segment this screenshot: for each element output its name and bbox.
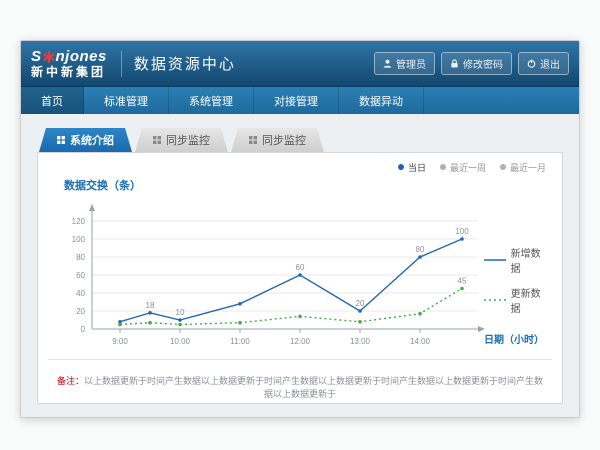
svg-text:60: 60 bbox=[296, 263, 305, 272]
svg-text:10:00: 10:00 bbox=[170, 337, 191, 346]
svg-text:13:00: 13:00 bbox=[350, 337, 371, 346]
nav-item-system-mgmt[interactable]: 系统管理 bbox=[169, 87, 254, 114]
y-axis-title: 数据交换（条） bbox=[64, 177, 552, 193]
app-window: S njones 新中新集团 数据资源中心 管理员 bbox=[20, 40, 580, 418]
footnote-text: 以上数据更新于时间产生数据以上数据更新于时间产生数据以上数据更新于时间产生数据以… bbox=[84, 376, 543, 399]
svg-text:10: 10 bbox=[176, 308, 185, 317]
legend-line-swatch-icon bbox=[484, 296, 506, 304]
admin-button-label: 管理员 bbox=[396, 56, 426, 71]
filter-last-month[interactable]: 最近一月 bbox=[500, 161, 546, 174]
filter-last-week[interactable]: 最近一周 bbox=[440, 161, 486, 174]
app-header: S njones 新中新集团 数据资源中心 管理员 bbox=[21, 41, 579, 87]
nav-item-data-change[interactable]: 数据异动 bbox=[339, 87, 424, 114]
series-legend-item[interactable]: 新增数据 bbox=[484, 245, 550, 275]
footnote-prefix: 备注： bbox=[57, 376, 84, 386]
x-axis-title: 日期（小时） bbox=[484, 331, 544, 346]
legend-line-swatch-icon bbox=[484, 256, 506, 264]
brand-name-cn: 新中新集团 bbox=[31, 65, 107, 79]
svg-text:9:00: 9:00 bbox=[112, 337, 128, 346]
tab-label: 同步监控 bbox=[166, 132, 210, 148]
tab-sync-monitor-1[interactable]: 同步监控 bbox=[135, 128, 228, 152]
svg-text:80: 80 bbox=[416, 245, 425, 254]
brand-logo: S njones 新中新集团 bbox=[31, 49, 107, 79]
legend-dot-icon bbox=[398, 164, 404, 170]
series-legend-item[interactable]: 更新数据 bbox=[484, 285, 550, 315]
lock-icon bbox=[450, 59, 459, 68]
grid-icon bbox=[153, 136, 161, 144]
brand-en-suffix: njones bbox=[56, 49, 107, 65]
svg-text:18: 18 bbox=[146, 301, 155, 310]
synjones-star-icon bbox=[43, 51, 55, 63]
brand-en-prefix: S bbox=[31, 49, 42, 65]
nav-item-standard-mgmt[interactable]: 标准管理 bbox=[84, 87, 169, 114]
admin-button[interactable]: 管理员 bbox=[374, 52, 435, 75]
svg-text:120: 120 bbox=[72, 217, 86, 226]
grid-icon bbox=[57, 136, 65, 144]
legend-dot-icon bbox=[500, 164, 506, 170]
svg-text:100: 100 bbox=[455, 227, 469, 236]
filter-today[interactable]: 当日 bbox=[398, 161, 426, 174]
page-title: 数据资源中心 bbox=[134, 53, 236, 74]
change-password-button-label: 修改密码 bbox=[463, 56, 503, 71]
chart-side-column: 新增数据更新数据 日期（小时） bbox=[484, 193, 550, 355]
change-password-button[interactable]: 修改密码 bbox=[441, 52, 512, 75]
svg-text:14:00: 14:00 bbox=[410, 337, 431, 346]
brand-name-en: S njones bbox=[31, 49, 107, 65]
chart-filter-legend: 当日 最近一周 最近一月 bbox=[48, 159, 552, 175]
tab-bar: 系统介绍 同步监控 同步监控 bbox=[37, 128, 563, 152]
legend-dot-icon bbox=[440, 164, 446, 170]
tab-system-intro[interactable]: 系统介绍 bbox=[39, 128, 132, 152]
svg-text:12:00: 12:00 bbox=[290, 337, 311, 346]
nav-item-interface-mgmt[interactable]: 对接管理 bbox=[254, 87, 339, 114]
svg-text:100: 100 bbox=[72, 235, 86, 244]
power-icon bbox=[527, 59, 536, 68]
filter-label: 当日 bbox=[408, 161, 426, 174]
filter-label: 最近一周 bbox=[450, 161, 486, 174]
nav-item-home[interactable]: 首页 bbox=[21, 87, 84, 114]
logout-button-label: 退出 bbox=[540, 56, 560, 71]
svg-text:11:00: 11:00 bbox=[230, 337, 250, 346]
tab-label: 系统介绍 bbox=[70, 132, 114, 148]
user-icon bbox=[383, 59, 392, 68]
line-chart: 0 20 40 60 80 100 120 9:00 10:00 11:00 12:00 13:00 1… bbox=[48, 193, 488, 355]
svg-text:40: 40 bbox=[76, 289, 85, 298]
tab-sync-monitor-2[interactable]: 同步监控 bbox=[231, 128, 324, 152]
svg-text:20: 20 bbox=[76, 307, 85, 316]
svg-text:60: 60 bbox=[76, 271, 85, 280]
chart-panel: 当日 最近一周 最近一月 数据交换（条） 0 20 40 60 80 100 120 9:00… bbox=[37, 152, 563, 404]
tab-label: 同步监控 bbox=[262, 132, 306, 148]
chart-area: 0 20 40 60 80 100 120 9:00 10:00 11:00 12:00 13:00 1… bbox=[48, 193, 552, 355]
svg-text:45: 45 bbox=[458, 277, 467, 286]
header-divider bbox=[121, 51, 122, 77]
svg-text:0: 0 bbox=[81, 325, 86, 334]
svg-text:20: 20 bbox=[356, 299, 365, 308]
filter-label: 最近一月 bbox=[510, 161, 546, 174]
logout-button[interactable]: 退出 bbox=[518, 52, 569, 75]
series-legend-label: 新增数据 bbox=[511, 245, 550, 275]
user-actions: 管理员 修改密码 退出 bbox=[374, 52, 569, 75]
content-area: 系统介绍 同步监控 同步监控 bbox=[21, 114, 579, 404]
svg-text:80: 80 bbox=[76, 253, 85, 262]
grid-icon bbox=[249, 136, 257, 144]
series-legend: 新增数据更新数据 bbox=[484, 245, 550, 315]
footnote: 备注：以上数据更新于时间产生数据以上数据更新于时间产生数据以上数据更新于时间产生… bbox=[48, 359, 552, 414]
series-legend-label: 更新数据 bbox=[511, 285, 550, 315]
main-nav: 首页 标准管理 系统管理 对接管理 数据异动 bbox=[21, 87, 579, 114]
